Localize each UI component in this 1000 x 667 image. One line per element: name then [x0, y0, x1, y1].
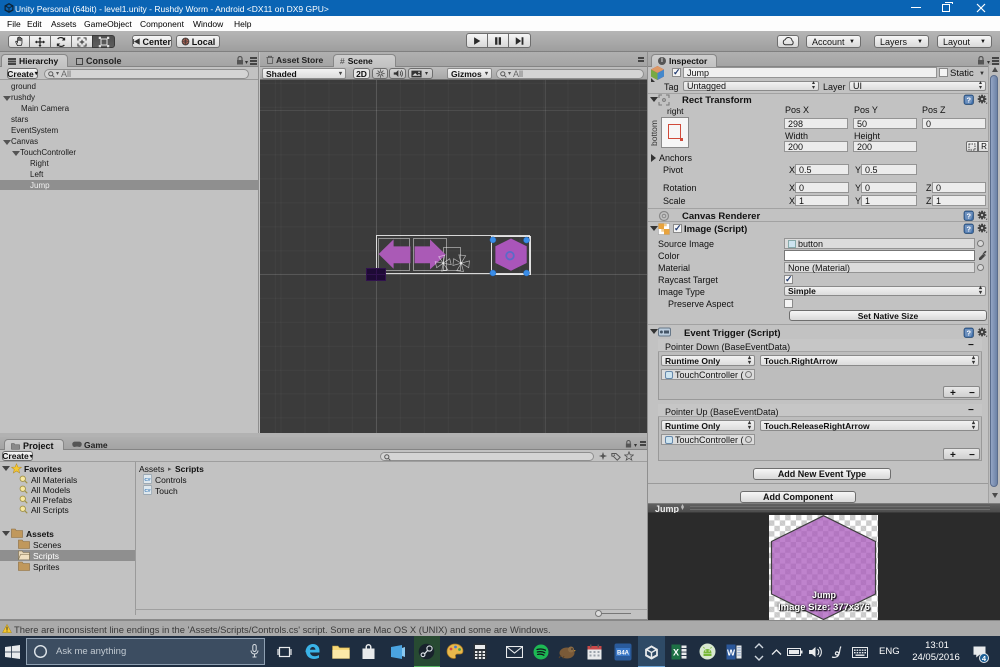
svg-text:X: X — [673, 648, 679, 658]
svg-text:B4A: B4A — [617, 651, 630, 657]
svg-text:?: ? — [967, 96, 972, 105]
svg-text:?: ? — [967, 225, 972, 234]
svg-text:C#: C# — [144, 477, 151, 483]
svg-text:C#: C# — [144, 488, 151, 494]
svg-text:W: W — [727, 648, 736, 658]
svg-text:?: ? — [967, 329, 972, 338]
svg-text:?: ? — [967, 212, 972, 221]
